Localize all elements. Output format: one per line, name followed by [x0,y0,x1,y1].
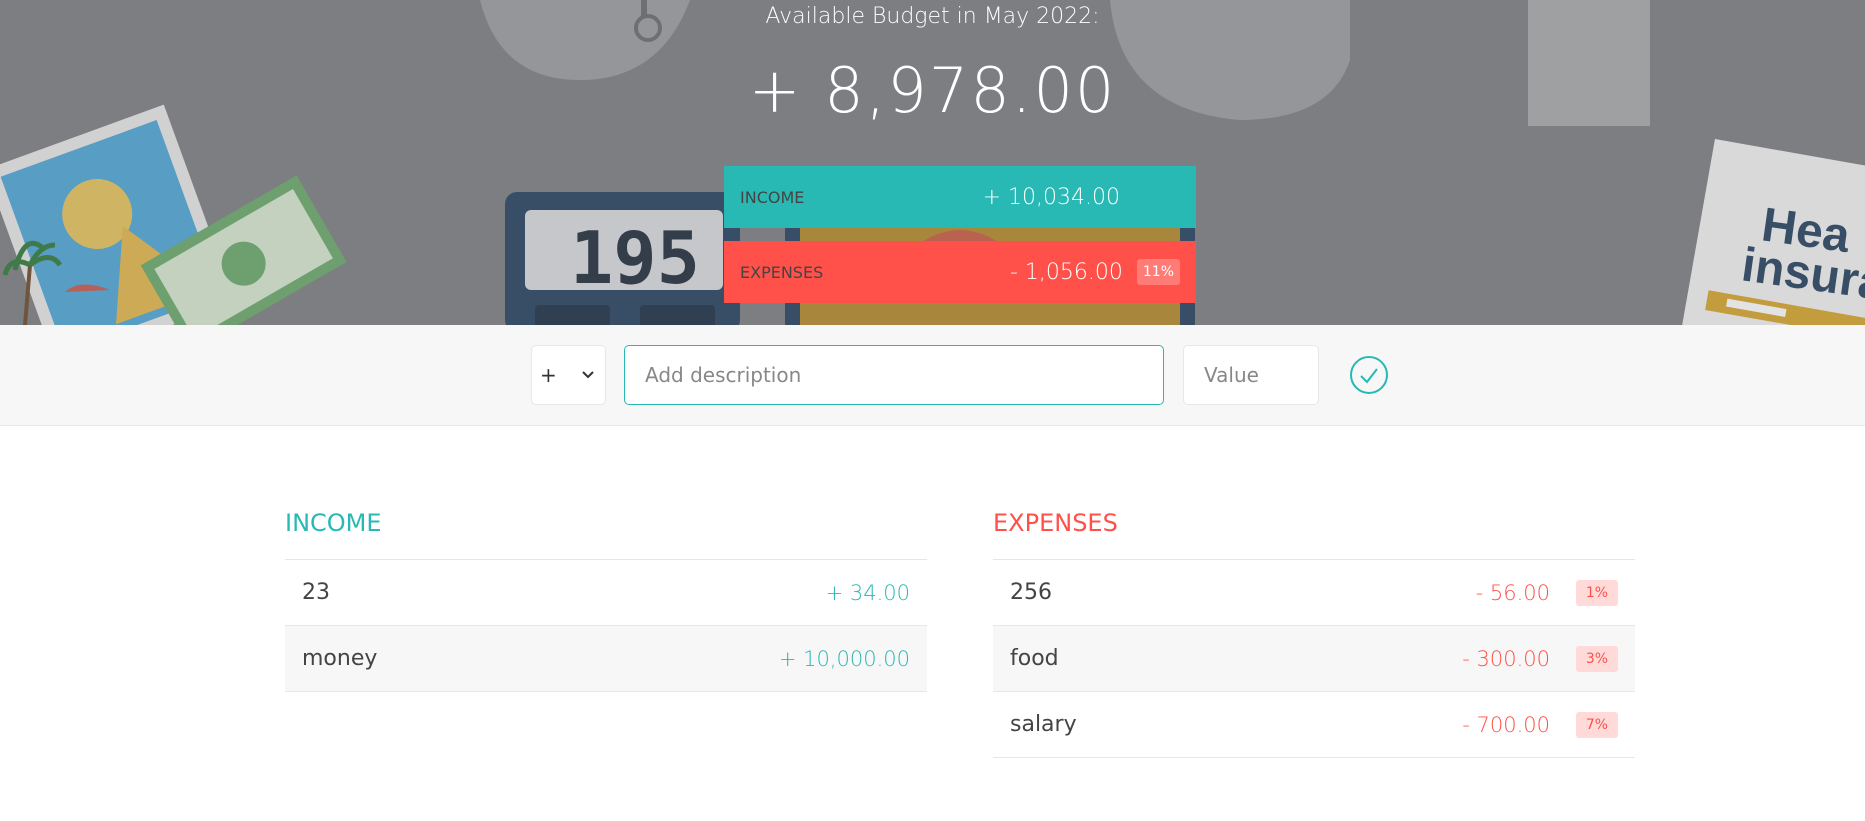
income-item-value: + 34.00 [825,580,910,605]
add-item-bar: + [0,325,1865,426]
expenses-list: EXPENSES 256 - 56.00 1% food - 300.00 3%… [993,506,1635,758]
income-item[interactable]: money + 10,000.00 [285,626,927,692]
income-item-description: money [302,646,378,671]
expense-item-value: - 700.00 [1462,712,1550,737]
expense-item-percentage: 1% [1576,579,1618,606]
expense-item[interactable]: food - 300.00 3% [993,626,1635,692]
expense-item[interactable]: 256 - 56.00 1% [993,560,1635,626]
expenses-summary-value: - 1,056.00 [1009,259,1123,285]
budget-header: 195 Hea insura Available Budget in May 2… [0,0,1865,325]
expense-item-value: - 56.00 [1475,580,1550,605]
expenses-list-title: EXPENSES [993,506,1635,560]
expense-item-description: salary [1010,712,1077,737]
expenses-summary-label: EXPENSES [740,262,824,282]
expense-item-description: 256 [1010,580,1052,605]
income-item-value: + 10,000.00 [778,646,910,671]
income-summary-value: + 10,034.00 [982,184,1120,210]
income-summary: INCOME + 10,034.00 [724,166,1196,228]
check-circle-icon [1350,356,1388,394]
chevron-down-icon [582,371,594,379]
type-select[interactable]: + [531,345,606,405]
value-input[interactable] [1183,345,1319,405]
expense-item-value: - 300.00 [1462,646,1550,671]
expense-item[interactable]: salary - 700.00 7% [993,692,1635,758]
income-list: INCOME 23 + 34.00 money + 10,000.00 [285,506,927,692]
expense-item-description: food [1010,646,1059,671]
income-item[interactable]: 23 + 34.00 [285,560,927,626]
expense-item-percentage: 3% [1576,645,1618,672]
budget-title: Available Budget in May 2022: [765,4,1100,29]
type-select-value: + [540,363,557,387]
expenses-summary: EXPENSES - 1,056.00 11% [724,241,1196,303]
income-summary-label: INCOME [740,187,805,207]
expense-item-percentage: 7% [1576,711,1618,738]
expenses-percentage-badge: 11% [1136,259,1180,285]
description-input[interactable] [624,345,1164,405]
income-item-description: 23 [302,580,330,605]
add-item-button[interactable] [1349,355,1389,395]
budget-value: + 8,978.00 [748,54,1117,127]
income-list-title: INCOME [285,506,927,560]
